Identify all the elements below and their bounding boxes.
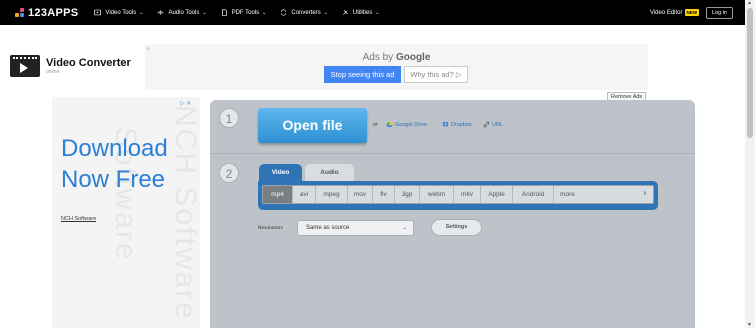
settings-button[interactable]: Settings: [431, 219, 482, 236]
chevron-down-icon: ⌄: [375, 9, 380, 16]
updown-arrow-icon: ⇕: [642, 191, 647, 197]
new-badge: NEW: [684, 9, 699, 16]
nav-label: Utilities: [352, 9, 373, 16]
scrollbar-thumb[interactable]: [747, 8, 753, 138]
source-label: Dropbox: [451, 121, 472, 128]
ad-headline-line-2: Now Free: [61, 166, 166, 193]
logo[interactable]: 123APPS: [15, 7, 78, 19]
chevron-down-icon: ⌄: [262, 9, 267, 16]
source-label: URL: [492, 121, 504, 128]
nav-label: Converters: [291, 9, 321, 16]
tab-video[interactable]: Video: [259, 164, 302, 181]
format-mov[interactable]: mov: [348, 186, 373, 203]
resolution-value: Same as source: [306, 225, 350, 231]
nav-video-tools[interactable]: Video Tools ⌄: [94, 9, 143, 16]
chevron-down-icon: ⌄: [402, 225, 407, 231]
nav-converters[interactable]: Converters ⌄: [280, 9, 328, 16]
dropbox-icon: [442, 121, 449, 127]
format-flv[interactable]: flv: [373, 186, 395, 203]
ads-by-label: Ads by: [362, 52, 394, 63]
page: 123APPS Video Tools ⌄ Audio Tools ⌄ PDF …: [0, 0, 755, 328]
nav-pdf-tools[interactable]: PDF Tools ⌄: [221, 9, 267, 16]
format-mpeg[interactable]: mpeg: [316, 186, 348, 203]
resolution-label: Resolution:: [258, 225, 284, 231]
step-2-badge: 2: [219, 163, 239, 183]
format-android[interactable]: Android: [513, 186, 554, 203]
tab-audio[interactable]: Audio: [305, 164, 354, 181]
ad-headline-line-1: Download: [61, 135, 168, 162]
why-this-ad-button[interactable]: Why this ad? ▷: [404, 66, 468, 83]
top-nav: 123APPS Video Tools ⌄ Audio Tools ⌄ PDF …: [0, 0, 745, 25]
video-editor-link[interactable]: Video Editor: [650, 10, 683, 16]
ad-advertiser-link[interactable]: NCH Software: [61, 216, 96, 222]
app-brand[interactable]: Video Converter online: [10, 55, 131, 77]
format-bar: mp4 avi mpeg mov flv 3gp webm mkv Apple Android m…: [258, 181, 658, 210]
chevron-down-icon: ⌄: [323, 9, 328, 16]
format-mp4[interactable]: mp4: [263, 186, 293, 203]
play-icon: [94, 9, 102, 16]
document-icon: [221, 9, 227, 16]
tools-icon: [343, 10, 348, 15]
google-drive-link[interactable]: Google Drive: [386, 121, 427, 128]
nav-audio-tools[interactable]: Audio Tools ⌄: [157, 9, 207, 16]
format-webm[interactable]: webm: [420, 186, 454, 203]
top-ad: ▹ Ads by Google Stop seeing this ad Why …: [145, 44, 648, 90]
logo-text: 123APPS: [28, 6, 79, 19]
or-label: or: [373, 122, 378, 128]
link-icon: [483, 121, 490, 128]
ad-headline[interactable]: Download Now Free: [61, 133, 168, 195]
app-title: Video Converter: [46, 57, 131, 69]
converter-panel: 1 Open file or Google Drive Dropbox URL …: [210, 100, 695, 328]
chevron-down-icon: ⌄: [139, 9, 144, 16]
ad-marker-icon[interactable]: ▹: [147, 45, 150, 52]
dropbox-link[interactable]: Dropbox: [442, 121, 472, 128]
format-mkv[interactable]: mkv: [454, 186, 481, 203]
ad-watermark: NCH Software: [169, 105, 200, 321]
step-1-badge: 1: [219, 108, 239, 128]
convert-icon: [281, 9, 287, 16]
login-button[interactable]: Log in: [706, 6, 733, 19]
nav-utilities[interactable]: Utilities ⌄: [342, 9, 380, 16]
format-more-select[interactable]: more ⇕: [554, 186, 653, 203]
resolution-select[interactable]: Same as source ⌄: [297, 220, 414, 236]
nav-right: Video Editor NEW Log in: [650, 0, 733, 25]
nav-label: Audio Tools: [168, 9, 200, 16]
logo-mark: [15, 7, 25, 18]
scroll-up-icon[interactable]: ▲: [747, 0, 752, 6]
audio-icon: [158, 10, 164, 15]
chevron-down-icon: ⌄: [202, 9, 207, 16]
format-more-label: more: [560, 191, 575, 198]
nav-label: PDF Tools: [231, 9, 260, 16]
google-label: Google: [395, 52, 431, 63]
nav-label: Video Tools: [105, 9, 137, 16]
stop-seeing-ad-button[interactable]: Stop seeing this ad: [324, 66, 401, 83]
ad-choices-icon[interactable]: ▷ ✕: [180, 100, 191, 107]
app-subtitle: online: [46, 69, 60, 75]
source-label: Google Drive: [395, 121, 428, 128]
format-avi[interactable]: avi: [293, 186, 316, 203]
video-converter-icon: [10, 55, 40, 77]
open-file-button[interactable]: Open file: [258, 108, 367, 143]
url-link[interactable]: URL: [483, 121, 503, 128]
google-drive-icon: [386, 121, 393, 127]
format-list: mp4 avi mpeg mov flv 3gp webm mkv Apple Android m…: [262, 185, 654, 204]
side-ad[interactable]: Software NCH Software ▷ ✕ Download Now F…: [52, 97, 200, 328]
format-apple[interactable]: Apple: [481, 186, 513, 203]
page-scrollbar[interactable]: ▲ ▼: [745, 0, 755, 328]
format-3gp[interactable]: 3gp: [395, 186, 420, 203]
panel-divider: [210, 153, 695, 154]
ads-by-google: Ads by Google: [145, 52, 648, 63]
scroll-down-icon[interactable]: ▼: [747, 322, 752, 328]
